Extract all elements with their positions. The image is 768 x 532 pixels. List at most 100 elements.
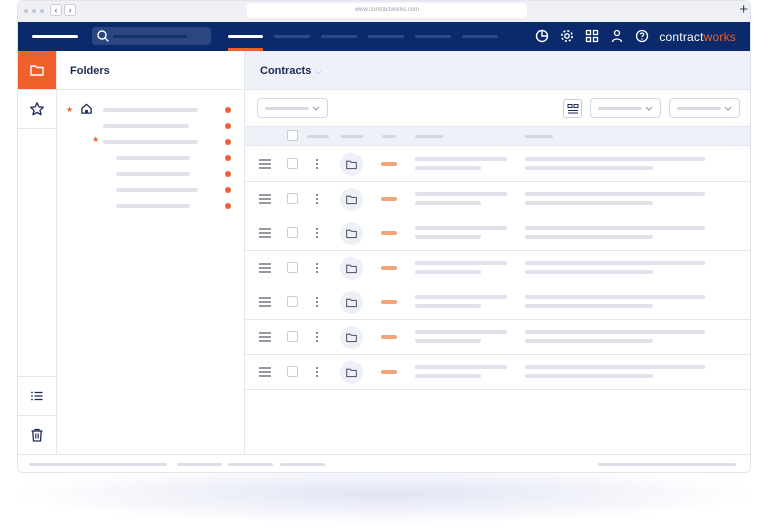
row-checkbox[interactable] bbox=[287, 158, 298, 169]
table-row[interactable] bbox=[245, 285, 750, 321]
contracts-toolbar bbox=[245, 90, 750, 127]
favorite-star-icon[interactable]: ★ bbox=[66, 106, 73, 114]
table-row[interactable] bbox=[245, 216, 750, 252]
rail-trash-button[interactable] bbox=[18, 416, 56, 454]
nav-item[interactable] bbox=[368, 35, 404, 38]
browser-chrome: ‹ › www.contractworks.com + bbox=[18, 0, 750, 22]
new-tab-button[interactable]: + bbox=[739, 1, 748, 19]
gear-icon[interactable] bbox=[559, 28, 575, 44]
drag-handle-icon[interactable] bbox=[259, 193, 271, 204]
column-header[interactable] bbox=[525, 135, 553, 138]
column-header[interactable] bbox=[341, 135, 363, 138]
folder-status-dot bbox=[225, 107, 231, 113]
table-row[interactable] bbox=[245, 354, 750, 390]
brand-logo[interactable]: contractworks bbox=[659, 30, 736, 44]
table-row[interactable] bbox=[245, 250, 750, 286]
drag-handle-icon[interactable] bbox=[259, 297, 271, 308]
footer-link[interactable] bbox=[280, 463, 325, 466]
more-options-icon[interactable] bbox=[315, 157, 319, 171]
rail-favorites-button[interactable] bbox=[18, 90, 56, 128]
folder-tree-item[interactable] bbox=[103, 108, 198, 112]
view-dropdown[interactable] bbox=[669, 98, 740, 118]
row-folder-badge[interactable] bbox=[340, 187, 363, 211]
row-checkbox[interactable] bbox=[287, 227, 298, 239]
more-options-icon[interactable] bbox=[315, 226, 319, 240]
trash-icon bbox=[31, 428, 43, 442]
row-checkbox[interactable] bbox=[287, 192, 298, 204]
folder-tree-item[interactable] bbox=[116, 172, 190, 176]
app-footer bbox=[18, 454, 750, 472]
grid-icon[interactable] bbox=[584, 28, 600, 44]
more-options-icon[interactable] bbox=[315, 365, 319, 379]
folder-tree-item[interactable] bbox=[116, 156, 190, 160]
contract-name-line[interactable] bbox=[415, 226, 507, 231]
app-logo-placeholder[interactable] bbox=[32, 35, 78, 38]
dropdown-placeholder bbox=[265, 107, 309, 110]
contract-name-line[interactable] bbox=[415, 191, 507, 196]
folder-icon bbox=[346, 229, 357, 239]
chevron-down-icon[interactable]: ⌵ bbox=[315, 67, 321, 76]
contracts-title[interactable]: Contracts bbox=[260, 65, 311, 77]
help-icon[interactable] bbox=[634, 28, 650, 44]
row-folder-badge[interactable] bbox=[340, 153, 363, 176]
drag-handle-icon[interactable] bbox=[259, 366, 271, 377]
table-row[interactable] bbox=[245, 320, 750, 355]
grid-view-button[interactable] bbox=[563, 99, 582, 118]
nav-item-active[interactable] bbox=[228, 35, 263, 38]
column-header[interactable] bbox=[307, 135, 329, 138]
contract-name-line[interactable] bbox=[415, 157, 507, 161]
brand-suffix: works bbox=[703, 30, 736, 44]
nav-item[interactable] bbox=[462, 35, 498, 38]
more-options-icon[interactable] bbox=[315, 261, 319, 275]
filter-dropdown[interactable] bbox=[257, 98, 328, 118]
folder-tree-item[interactable] bbox=[103, 140, 198, 144]
nav-item[interactable] bbox=[274, 35, 310, 38]
footer-link[interactable] bbox=[228, 463, 273, 466]
more-options-icon[interactable] bbox=[315, 295, 319, 309]
user-icon[interactable] bbox=[609, 28, 625, 44]
nav-item[interactable] bbox=[415, 35, 451, 38]
row-folder-badge[interactable] bbox=[340, 222, 363, 246]
row-folder-badge[interactable] bbox=[340, 256, 363, 280]
forward-button[interactable]: › bbox=[64, 4, 76, 16]
drag-handle-icon[interactable] bbox=[259, 332, 271, 342]
sort-dropdown[interactable] bbox=[590, 98, 661, 118]
back-button[interactable]: ‹ bbox=[50, 4, 62, 16]
pie-chart-icon[interactable] bbox=[534, 28, 550, 44]
nav-item[interactable] bbox=[321, 35, 357, 38]
rail-list-button[interactable] bbox=[18, 377, 56, 415]
row-folder-badge[interactable] bbox=[340, 291, 363, 315]
row-folder-badge[interactable] bbox=[340, 326, 363, 349]
url-bar[interactable]: www.contractworks.com bbox=[247, 3, 527, 18]
contract-name-line[interactable] bbox=[415, 364, 507, 369]
drag-handle-icon[interactable] bbox=[259, 263, 271, 273]
row-checkbox[interactable] bbox=[287, 261, 298, 273]
folder-tree-item[interactable] bbox=[103, 124, 189, 128]
rail-folders-button[interactable] bbox=[18, 51, 56, 89]
column-header[interactable] bbox=[382, 135, 396, 138]
home-icon[interactable] bbox=[80, 102, 93, 115]
row-checkbox[interactable] bbox=[287, 365, 298, 377]
contract-name-line[interactable] bbox=[415, 260, 507, 265]
footer-link[interactable] bbox=[177, 463, 222, 466]
table-row[interactable] bbox=[245, 147, 750, 182]
row-checkbox[interactable] bbox=[287, 331, 298, 342]
search-input[interactable] bbox=[92, 27, 211, 45]
more-options-icon[interactable] bbox=[315, 192, 319, 206]
contract-name-line[interactable] bbox=[415, 330, 507, 334]
drag-handle-icon[interactable] bbox=[259, 159, 271, 169]
brand-prefix: contract bbox=[659, 30, 704, 44]
chevron-down-icon bbox=[724, 106, 732, 111]
more-options-icon[interactable] bbox=[315, 330, 319, 344]
folder-tree-item[interactable] bbox=[116, 204, 190, 208]
table-row[interactable] bbox=[245, 181, 750, 217]
favorite-star-icon[interactable]: ★ bbox=[92, 136, 99, 144]
row-checkbox[interactable] bbox=[287, 296, 298, 308]
folder-tree-item[interactable] bbox=[116, 188, 198, 192]
contract-name-line[interactable] bbox=[415, 295, 507, 300]
column-header[interactable] bbox=[415, 135, 443, 138]
select-all-checkbox[interactable] bbox=[287, 130, 298, 141]
drag-handle-icon[interactable] bbox=[259, 228, 271, 238]
row-folder-badge[interactable] bbox=[340, 360, 363, 384]
app-header: contractworks bbox=[18, 22, 750, 51]
